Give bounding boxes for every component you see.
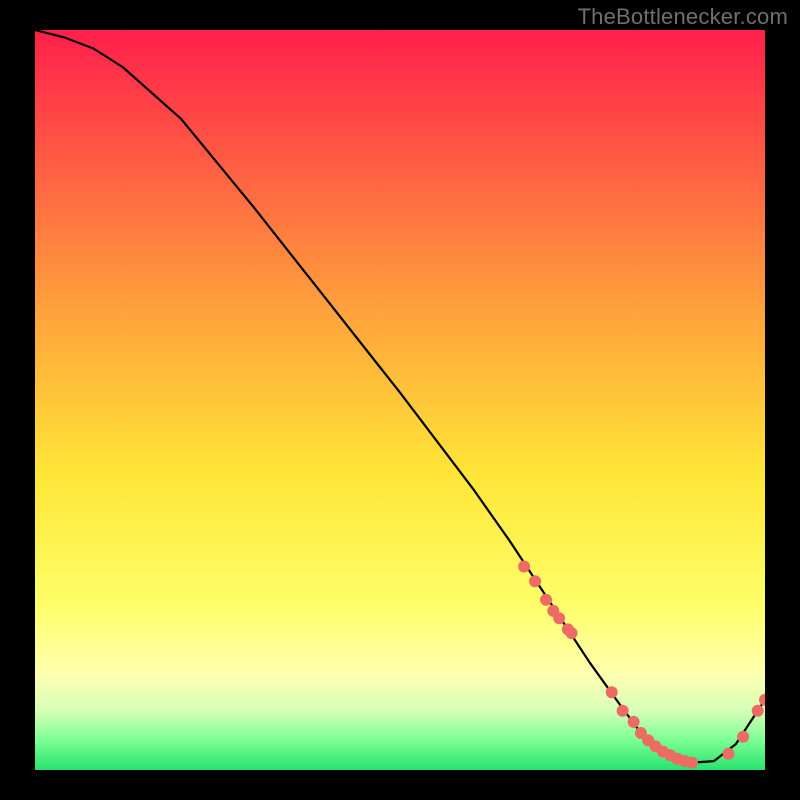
data-marker xyxy=(606,686,618,698)
data-marker xyxy=(566,627,578,639)
data-marker xyxy=(518,561,530,573)
data-marker xyxy=(540,594,552,606)
data-marker xyxy=(628,716,640,728)
chart-frame: TheBottlenecker.com xyxy=(0,0,800,800)
data-marker xyxy=(723,748,735,760)
watermark-label: TheBottlenecker.com xyxy=(578,4,788,30)
bottleneck-chart xyxy=(35,30,765,770)
data-marker xyxy=(752,705,764,717)
data-marker xyxy=(529,575,541,587)
gradient-background xyxy=(35,30,765,770)
plot-area xyxy=(35,30,765,770)
data-marker xyxy=(686,757,698,769)
data-marker xyxy=(737,731,749,743)
data-marker xyxy=(553,612,565,624)
data-marker xyxy=(617,705,629,717)
